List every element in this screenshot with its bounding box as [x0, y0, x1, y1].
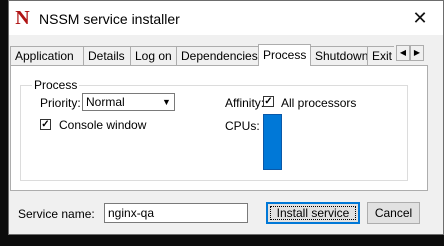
- tab-dependencies[interactable]: Dependencies: [176, 46, 259, 66]
- tab-details[interactable]: Details: [83, 46, 131, 66]
- all-processors-checkbox[interactable]: ✓: [263, 96, 274, 107]
- tab-scroll-buttons: ◀ ▶: [396, 45, 426, 61]
- process-group-label: Process: [32, 78, 80, 92]
- cancel-button[interactable]: Cancel: [367, 202, 420, 224]
- install-service-button[interactable]: Install service: [266, 202, 360, 224]
- tab-exit[interactable]: Exit: [367, 46, 394, 66]
- priority-label: Priority:: [40, 96, 81, 110]
- focus-ring: [270, 206, 356, 220]
- cpus-label: CPUs:: [225, 119, 260, 133]
- priority-select[interactable]: Normal ▼: [82, 93, 175, 111]
- window-title: NSSM service installer: [39, 11, 180, 27]
- tab-scroll-left-icon[interactable]: ◀: [396, 45, 410, 61]
- title-bar: N NSSM service installer ✕: [9, 1, 443, 35]
- background-console-strip: [0, 0, 8, 246]
- console-window-label: Console window: [59, 118, 147, 132]
- tab-application[interactable]: Application: [10, 46, 84, 66]
- chevron-down-icon: ▼: [162, 97, 171, 107]
- service-name-value: nginx-qa: [108, 206, 155, 220]
- close-button[interactable]: ✕: [409, 7, 431, 29]
- cpus-listbox[interactable]: [263, 114, 282, 170]
- tab-strip: Application Details Log on Dependencies …: [10, 44, 394, 66]
- nssm-app-icon: N: [15, 7, 30, 29]
- tab-process[interactable]: Process: [258, 44, 311, 66]
- tab-shutdown[interactable]: Shutdown: [310, 46, 368, 66]
- tab-log-on[interactable]: Log on: [130, 46, 177, 66]
- all-processors-label: All processors: [281, 96, 357, 110]
- priority-select-value: Normal: [86, 95, 125, 109]
- service-name-input[interactable]: nginx-qa: [104, 203, 248, 223]
- affinity-label: Affinity:: [225, 96, 265, 110]
- service-name-label: Service name:: [18, 207, 95, 221]
- tab-scroll-right-icon[interactable]: ▶: [410, 45, 424, 61]
- console-window-checkbox[interactable]: ✓: [40, 119, 51, 130]
